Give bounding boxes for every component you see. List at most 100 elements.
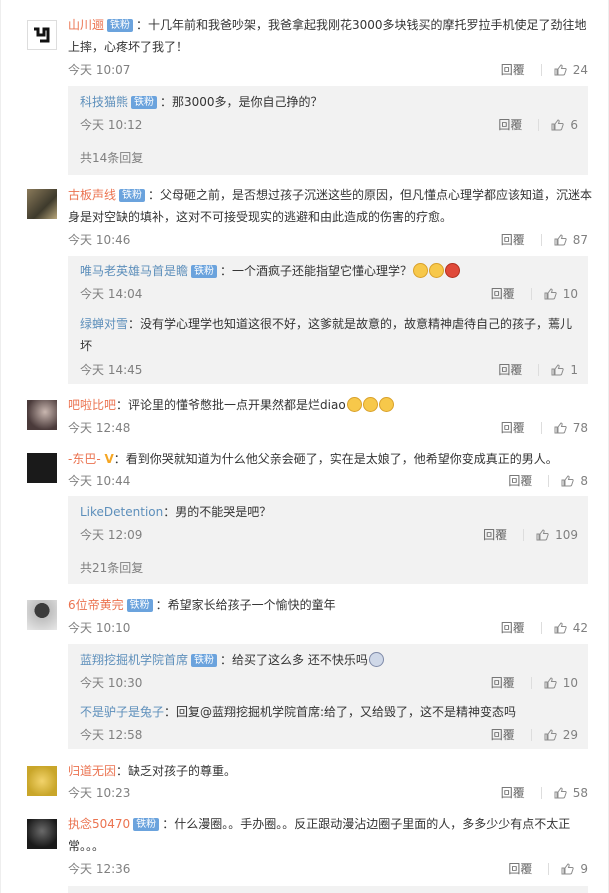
- reply-button[interactable]: 回覆: [508, 860, 532, 877]
- divider: [530, 287, 532, 300]
- comment-body: ：希望家长给孩子一个愉快的童年: [155, 598, 336, 612]
- divider: [540, 621, 542, 634]
- thumbs-up-icon[interactable]: [561, 474, 575, 487]
- fan-badge: 铁粉: [131, 96, 158, 109]
- username[interactable]: 执念50470: [68, 817, 130, 831]
- reply-button[interactable]: 回覆: [501, 61, 525, 78]
- reply-time: 今天 12:09: [80, 528, 143, 542]
- comment-actions: 回覆 58: [501, 784, 588, 801]
- reply-username[interactable]: 不是驴子是兔子: [80, 705, 164, 719]
- reply-username[interactable]: 蓝翔挖掘机学院首席: [80, 653, 188, 667]
- reply-button[interactable]: 回覆: [491, 726, 515, 743]
- crying-emoji-icon: [346, 397, 362, 412]
- reply-username[interactable]: 科技猫熊: [80, 95, 128, 109]
- reply-button[interactable]: 回覆: [501, 419, 525, 436]
- thumbs-up-icon[interactable]: [554, 63, 567, 76]
- reply-button[interactable]: 回覆: [501, 784, 525, 801]
- reply-time: 今天 10:12: [80, 118, 143, 132]
- like-count: 58: [572, 785, 588, 800]
- thumbs-up-icon[interactable]: [551, 118, 565, 131]
- avatar[interactable]: [27, 766, 57, 796]
- crying-emoji-icon: [362, 397, 378, 412]
- reply-button[interactable]: 回覆: [508, 472, 532, 489]
- reply-box: 蓝翔挖掘机学院首席 铁粉 ：给买了这么多 还不快乐吗 今天 10:30 回覆 10 …: [68, 644, 588, 749]
- avatar[interactable]: [27, 20, 57, 50]
- divider: [538, 363, 540, 376]
- like-count: 6: [570, 117, 578, 132]
- like-count: 109: [555, 527, 578, 542]
- comment-actions: 回覆 9: [508, 860, 588, 877]
- username[interactable]: 归道无因: [68, 764, 116, 778]
- reply-button[interactable]: 回覆: [491, 285, 515, 302]
- more-replies-link[interactable]: 共21条回复: [80, 559, 143, 576]
- thumbs-up-icon[interactable]: [554, 421, 567, 434]
- reply-button[interactable]: 回覆: [501, 619, 525, 636]
- username[interactable]: 山川逦: [68, 18, 104, 32]
- thumbs-up-icon[interactable]: [554, 786, 567, 799]
- fan-badge: 铁粉: [126, 599, 153, 612]
- comment-time: 今天 10:23: [68, 786, 131, 800]
- avatar[interactable]: [27, 400, 57, 430]
- divider: [548, 474, 550, 487]
- username[interactable]: 古板声线: [68, 188, 116, 202]
- more-replies-link[interactable]: 共14条回复: [80, 149, 143, 166]
- reply-body: ：男的不能哭是吧？: [163, 505, 272, 519]
- username[interactable]: 吧啦比吧: [68, 398, 116, 412]
- avatar[interactable]: [27, 189, 57, 219]
- thumbs-up-icon[interactable]: [544, 728, 557, 741]
- reply-username[interactable]: 唯马老英雄马首是瞻: [80, 264, 188, 278]
- reply-box: 科技猫熊 铁粉 ：那3000多，是你自己挣的？ 今天 10:12 回覆 6 共14条…: [68, 86, 588, 175]
- like-count: 1: [570, 362, 578, 377]
- reply-button[interactable]: 回覆: [498, 116, 522, 133]
- comment-time: 今天 12:48: [68, 421, 131, 435]
- thumbs-up-icon[interactable]: [561, 862, 575, 875]
- reply-button[interactable]: 回覆: [483, 526, 507, 543]
- divider: [548, 862, 550, 875]
- comment-body: ：看到你哭就知道为什么他父亲会砸了，实在是太娘了，他希望你变成真正的男人。: [113, 452, 558, 466]
- comment-time: 今天 12:36: [68, 862, 131, 876]
- reply-actions: 回覆 10: [491, 674, 578, 691]
- fan-badge: 铁粉: [191, 654, 218, 667]
- reply-button[interactable]: 回覆: [501, 231, 525, 248]
- reply-actions: 回覆 29: [491, 726, 578, 743]
- like-count: 29: [562, 727, 578, 742]
- crying-emoji-icon: [413, 263, 429, 278]
- reply-actions: 回覆 109: [483, 526, 578, 543]
- divider: [530, 676, 532, 689]
- thumbs-up-icon[interactable]: [551, 363, 565, 376]
- like-count: 10: [562, 286, 578, 301]
- like-count: 8: [580, 473, 588, 488]
- thumbs-up-icon[interactable]: [544, 676, 557, 689]
- verified-badge: V: [104, 452, 114, 466]
- comment-time: 今天 10:44: [68, 474, 131, 488]
- thumbs-up-icon[interactable]: [554, 233, 567, 246]
- comment-text: 山川逦 铁粉 ：十几年前和我爸吵架，我爸拿起我刚花3000多块钱买的摩托罗拉手机使足…: [68, 14, 593, 58]
- avatar[interactable]: [27, 600, 57, 630]
- like-count: 9: [580, 861, 588, 876]
- reply-button[interactable]: 回覆: [491, 674, 515, 691]
- comment-body: ：缺乏对孩子的尊重。: [116, 764, 237, 778]
- like-count: 24: [572, 62, 588, 77]
- comment-body: ：父母砸之前，是否想过孩子沉迷这些的原因，但凡懂点心理学都应该知道，沉迷本身是对…: [68, 188, 593, 224]
- reply-actions: 回覆 10: [491, 285, 578, 302]
- like-count: 87: [572, 232, 588, 247]
- username[interactable]: 6位帝黄完: [68, 598, 124, 612]
- thumbs-up-icon[interactable]: [554, 621, 567, 634]
- thumbs-up-icon[interactable]: [536, 528, 549, 541]
- reply-time: 今天 14:04: [80, 287, 143, 301]
- reply-time: 今天 14:45: [80, 363, 143, 377]
- reply-box: LikeDetention：男的不能哭是吧？ 今天 12:09 回覆 109 共…: [68, 496, 588, 584]
- username[interactable]: -东巴-: [68, 452, 101, 466]
- divider: [530, 728, 532, 741]
- thumbs-up-icon[interactable]: [544, 287, 557, 300]
- like-count: 10: [562, 675, 578, 690]
- avatar[interactable]: [27, 453, 57, 483]
- divider: [540, 421, 542, 434]
- avatar[interactable]: [27, 819, 57, 849]
- reply-username[interactable]: LikeDetention: [80, 505, 163, 519]
- shocked-emoji-icon: [368, 652, 384, 667]
- comment-actions: 回覆 87: [501, 231, 588, 248]
- fan-badge: 铁粉: [107, 19, 134, 32]
- reply-username[interactable]: 绿蝉对雪: [80, 317, 128, 331]
- reply-button[interactable]: 回覆: [498, 361, 522, 378]
